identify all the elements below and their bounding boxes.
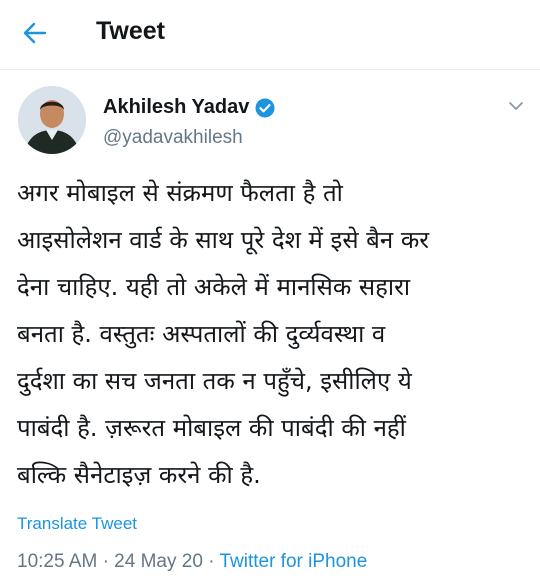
tweet-text-line: दुर्दशा का सच जनता तक न पहुँचे, इसीलिए य… — [17, 367, 412, 395]
tweet-time: 10:25 AM — [17, 551, 98, 572]
meta-separator: · — [208, 551, 215, 572]
tweet-menu-button[interactable] — [504, 96, 528, 116]
author-handle[interactable]: @yadavakhilesh — [103, 127, 243, 149]
tweet-text-line: अगर मोबाइल से संक्रमण फैलता है तो — [17, 179, 343, 207]
arrow-left-icon — [23, 22, 47, 44]
author-name[interactable]: Akhilesh Yadav — [103, 96, 249, 119]
tweet-text-line: बल्कि सैनेटाइज़ करने की है. — [17, 461, 261, 489]
tweet-date: 24 May 20 — [114, 551, 203, 572]
tweet-text-line: आइसोलेशन वार्ड के साथ पूरे देश में इसे ब… — [17, 226, 430, 254]
verified-badge-icon — [255, 98, 275, 117]
back-button[interactable] — [20, 18, 50, 48]
avatar[interactable] — [18, 86, 86, 154]
translate-tweet-link[interactable]: Translate Tweet — [17, 514, 137, 534]
tweet-text-line: देना चाहिए. यही तो अकेले में मानसिक सहार… — [17, 273, 411, 301]
chevron-down-icon — [509, 102, 523, 110]
top-bar: Tweet — [0, 0, 540, 70]
tweet-source-link[interactable]: Twitter for iPhone — [219, 551, 367, 572]
author-name-row: Akhilesh Yadav — [103, 96, 275, 119]
tweet-text-line: बनता है. वस्तुतः अस्पतालों की दुर्व्यवस्… — [17, 320, 386, 348]
tweet-text: अगर मोबाइल से संक्रमण फैलता है तो आइसोले… — [17, 170, 527, 499]
tweet-meta: 10:25 AM · 24 May 20 · Twitter for iPhon… — [17, 551, 367, 573]
tweet-text-line: पाबंदी है. ज़रूरत मोबाइल की पाबंदी की नह… — [17, 414, 406, 442]
meta-separator: · — [102, 551, 109, 572]
avatar-image — [18, 86, 86, 154]
page-title: Tweet — [96, 17, 165, 45]
